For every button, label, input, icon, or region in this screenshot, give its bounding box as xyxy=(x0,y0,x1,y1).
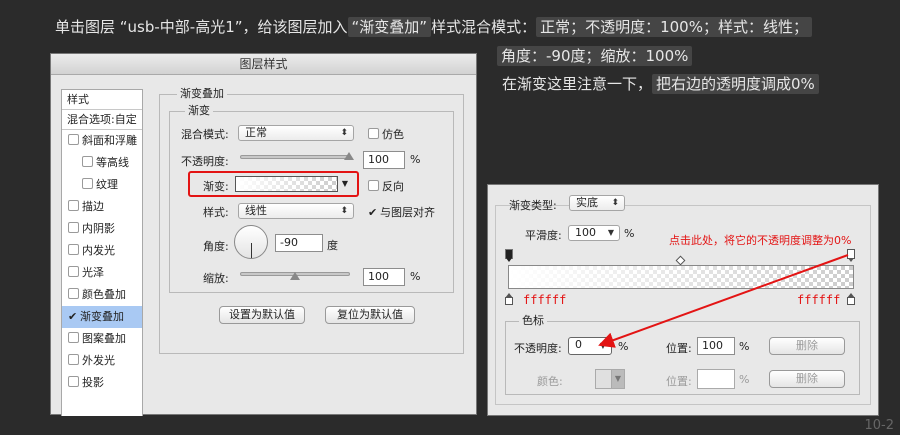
page-tag: 10-2 xyxy=(864,418,894,433)
annotation-arrow xyxy=(598,254,849,348)
annotation-arrows xyxy=(598,254,849,348)
